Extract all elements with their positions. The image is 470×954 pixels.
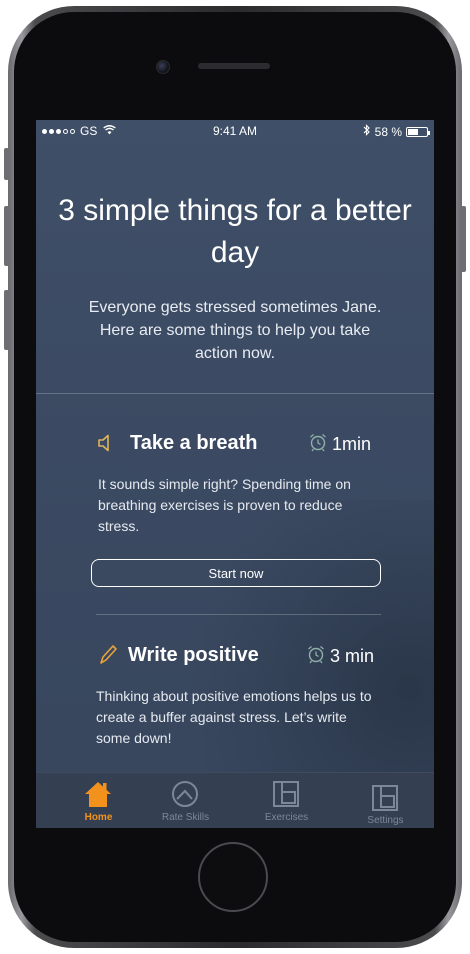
card-breath-title: Take a breath (130, 431, 258, 454)
card-breath-duration: 1min (308, 432, 371, 457)
exercises-icon (271, 779, 301, 809)
card-write-duration-text: 3 min (330, 646, 375, 666)
power-button (461, 206, 466, 272)
tab-home[interactable]: Home (49, 773, 148, 828)
card-write-duration: 3 min (306, 644, 374, 669)
status-right: 58 % (363, 124, 430, 139)
volume-down-button (4, 290, 9, 350)
settings-icon (370, 783, 400, 813)
clock-icon (170, 779, 200, 809)
mute-switch (4, 148, 9, 180)
tab-rate-skills[interactable]: Rate Skills (136, 773, 235, 828)
card-breath-duration-text: 1min (332, 434, 372, 454)
card-breath-header[interactable]: Take a breath (96, 431, 257, 455)
card-write-description: Thinking about positive emotions helps u… (96, 688, 372, 746)
front-camera (156, 60, 170, 74)
bluetooth-icon (363, 124, 371, 139)
app-screen: GS 9:41 AM 58 % 3 simple things for a be… (36, 120, 434, 828)
header-divider (36, 393, 434, 394)
tab-bar: Home Rate Skills Exercises Settings (36, 772, 434, 828)
tab-settings[interactable]: Settings (336, 773, 434, 828)
page-subtitle: Everyone gets stressed sometimes Jane. H… (88, 299, 382, 362)
speaker-icon (96, 431, 120, 455)
status-bar: GS 9:41 AM 58 % (36, 120, 434, 142)
start-now-button[interactable]: Start now (91, 559, 381, 587)
alarm-clock-icon (306, 644, 326, 669)
page-title: 3 simple things for a better day (58, 194, 412, 269)
card-divider (96, 614, 381, 615)
volume-up-button (4, 206, 9, 266)
home-hardware-button[interactable] (198, 842, 268, 912)
tab-rate-skills-label: Rate Skills (161, 812, 210, 823)
card-write-title: Write positive (128, 643, 259, 666)
tab-home-label: Home (84, 812, 113, 823)
battery-icon (406, 126, 430, 137)
alarm-clock-icon (308, 432, 328, 457)
earpiece-speaker (198, 63, 270, 69)
tab-exercises[interactable]: Exercises (237, 773, 336, 828)
pen-icon (96, 643, 120, 667)
tab-settings-label: Settings (367, 815, 404, 826)
tab-exercises-label: Exercises (264, 812, 309, 823)
card-write-header[interactable]: Write positive (96, 643, 259, 667)
home-icon (83, 779, 113, 809)
battery-percent: 58 % (374, 124, 402, 139)
card-breath-description: It sounds simple right? Spending time on… (98, 476, 351, 534)
